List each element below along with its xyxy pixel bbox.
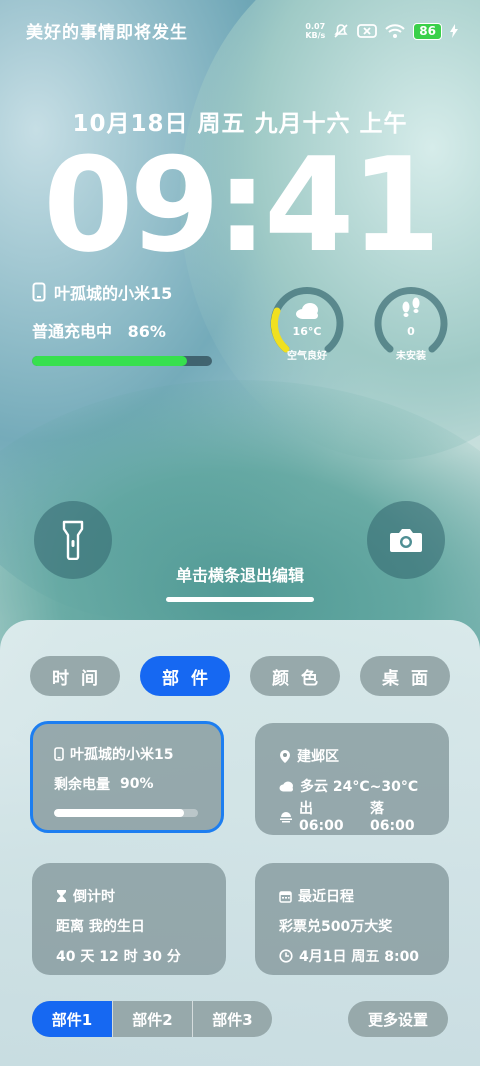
tab-time[interactable]: 时间 bbox=[30, 656, 120, 696]
charge-status: 普通充电中 bbox=[32, 322, 113, 341]
segment-widget-3[interactable]: 部件3 bbox=[192, 1001, 272, 1037]
edit-panel: 时间 部件 颜色 桌面 叶孤城的小米15 剩余电量 90% 建邺区 多云 24°… bbox=[0, 620, 480, 1066]
schedule-time: 4月1日 周五 8:00 bbox=[299, 949, 420, 965]
battery-widget-card[interactable]: 叶孤城的小米15 剩余电量 90% bbox=[30, 721, 224, 833]
cloud-icon bbox=[279, 781, 294, 792]
remaining-percent: 90% bbox=[120, 776, 154, 792]
net-speed: 0.07 KB/s bbox=[305, 22, 326, 40]
status-bar: 美好的事情即将发生 0.07 KB/s 86 bbox=[0, 0, 480, 58]
tab-color[interactable]: 颜色 bbox=[250, 656, 340, 696]
charge-widget[interactable]: 叶孤城的小米15 普通充电中 86% bbox=[32, 280, 212, 366]
steps-gauge[interactable]: 0 未安装 bbox=[372, 283, 450, 362]
charging-icon bbox=[450, 24, 458, 38]
countdown-title: 倒计时 bbox=[73, 889, 115, 905]
tab-desktop[interactable]: 桌面 bbox=[360, 656, 450, 696]
device-name: 叶孤城的小米15 bbox=[54, 284, 173, 303]
card-device-name: 叶孤城的小米15 bbox=[70, 747, 174, 763]
calendar-icon bbox=[279, 890, 292, 903]
wifi-icon bbox=[385, 23, 406, 39]
weather-widget-card[interactable]: 建邺区 多云 24°C~30°C 出 06:00 落 06:00 bbox=[255, 723, 449, 835]
charge-progress-fill bbox=[32, 356, 187, 366]
weather-district: 建邺区 bbox=[297, 749, 339, 765]
phone-icon bbox=[32, 282, 46, 302]
countdown-remaining: 40 天 12 时 30 分 bbox=[56, 949, 181, 965]
sunrise-time: 出 06:00 bbox=[299, 801, 344, 834]
weather-condition: 多云 24°C~30°C bbox=[300, 779, 419, 795]
schedule-event: 彩票兑500万大奖 bbox=[279, 919, 393, 935]
charge-percent: 86% bbox=[127, 322, 166, 341]
mute-icon bbox=[333, 23, 349, 39]
flashlight-icon bbox=[62, 520, 84, 560]
countdown-event: 距离 我的生日 bbox=[56, 919, 145, 935]
hourglass-icon bbox=[56, 889, 67, 903]
sim-off-icon bbox=[357, 23, 378, 39]
widget-set-selector: 部件1 部件2 部件3 bbox=[32, 1001, 272, 1037]
camera-icon bbox=[389, 526, 423, 554]
remaining-label: 剩余电量 bbox=[54, 777, 110, 793]
battery-level-bar bbox=[54, 809, 198, 817]
tab-widgets[interactable]: 部件 bbox=[140, 656, 230, 696]
edit-tabs: 时间 部件 颜色 桌面 bbox=[30, 656, 450, 696]
clock-icon bbox=[279, 949, 293, 963]
battery-icon: 86 bbox=[413, 22, 442, 40]
sunrise-icon bbox=[279, 810, 293, 823]
schedule-widget-card[interactable]: 最近日程 彩票兑500万大奖 4月1日 周五 8:00 bbox=[255, 863, 449, 975]
weather-gauge[interactable]: 16°C 空气良好 bbox=[268, 283, 346, 362]
segment-widget-2[interactable]: 部件2 bbox=[112, 1001, 192, 1037]
battery-level-fill bbox=[54, 809, 184, 817]
air-quality-text: 空气良好 bbox=[287, 351, 327, 362]
edit-exit-hint: 单击横条退出编辑 bbox=[175, 566, 304, 585]
countdown-widget-card[interactable]: 倒计时 距离 我的生日 40 天 12 时 30 分 bbox=[32, 863, 226, 975]
footprints-icon bbox=[402, 297, 420, 317]
cloud-icon bbox=[296, 303, 318, 319]
exit-edit-bar[interactable] bbox=[166, 597, 314, 602]
carrier-text: 美好的事情即将发生 bbox=[26, 23, 188, 43]
steps-value: 0 bbox=[407, 325, 415, 338]
phone-icon bbox=[54, 747, 64, 761]
location-pin-icon bbox=[279, 749, 291, 764]
weather-temp: 16°C bbox=[292, 325, 322, 338]
sunset-time: 落 06:00 bbox=[370, 801, 415, 834]
steps-status: 未安装 bbox=[396, 351, 426, 362]
clock-time[interactable]: 09:41 bbox=[0, 140, 480, 270]
schedule-title: 最近日程 bbox=[298, 889, 354, 905]
segment-widget-1[interactable]: 部件1 bbox=[32, 1001, 112, 1037]
more-settings-button[interactable]: 更多设置 bbox=[348, 1001, 448, 1037]
charge-progress-bar bbox=[32, 356, 212, 366]
